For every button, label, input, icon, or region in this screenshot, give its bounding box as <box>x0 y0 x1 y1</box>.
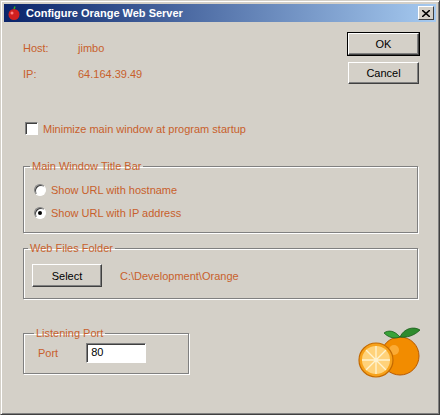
web-folder-group: Web Files Folder Select C:\Development\Ora… <box>23 242 418 299</box>
select-button[interactable]: Select <box>32 264 102 287</box>
info-label: IP: <box>23 68 78 94</box>
app-icon <box>6 5 22 21</box>
radio-label: Show URL with IP address <box>51 207 181 219</box>
radio-button[interactable] <box>34 207 46 219</box>
orange-icon <box>354 324 424 380</box>
title-bar-group: Main Window Title Bar Show URL with hostn… <box>23 160 418 233</box>
ok-button[interactable]: OK <box>348 33 419 55</box>
window-title: Configure Orange Web Server <box>26 7 414 19</box>
folder-path: C:\Development\Orange <box>120 270 239 282</box>
top-section: Host:jimboIP:64.164.39.49 OK Cancel <box>23 33 418 94</box>
checkbox-label: Minimize main window at program startup <box>43 123 246 135</box>
dialog-window: Configure Orange Web Server Host:jimboIP:… <box>0 0 440 415</box>
info-value: jimbo <box>78 42 104 68</box>
close-button[interactable] <box>418 6 434 20</box>
host-info: Host:jimboIP:64.164.39.49 <box>23 42 142 94</box>
info-label: Host: <box>23 42 78 68</box>
minimize-checkbox[interactable] <box>25 122 38 135</box>
title-bar: Configure Orange Web Server <box>4 4 436 22</box>
info-row: Host:jimbo <box>23 42 142 68</box>
close-icon <box>422 10 430 17</box>
group-title: Main Window Title Bar <box>30 160 143 172</box>
radio-dot <box>38 211 42 215</box>
minimize-checkbox-row[interactable]: Minimize main window at program startup <box>25 122 418 135</box>
info-row: IP:64.164.39.49 <box>23 68 142 94</box>
button-column: OK Cancel <box>348 33 419 94</box>
cancel-button[interactable]: Cancel <box>348 62 419 84</box>
radio-option[interactable]: Show URL with hostname <box>34 178 407 201</box>
info-value: 64.164.39.49 <box>78 68 142 94</box>
radio-option[interactable]: Show URL with IP address <box>34 201 407 224</box>
radio-button[interactable] <box>34 184 46 196</box>
port-row: Port 80 <box>38 343 178 363</box>
port-label: Port <box>38 347 58 359</box>
radio-label: Show URL with hostname <box>51 184 177 196</box>
port-group: Listening Port Port 80 <box>23 327 189 374</box>
group-title: Web Files Folder <box>28 242 115 254</box>
group-title: Listening Port <box>34 327 105 339</box>
port-input[interactable]: 80 <box>86 343 146 363</box>
dialog-content: Host:jimboIP:64.164.39.49 OK Cancel Minimiz… <box>4 22 436 411</box>
bottom-section: Listening Port Port 80 <box>23 324 418 374</box>
folder-row: Select C:\Development\Orange <box>32 264 407 287</box>
